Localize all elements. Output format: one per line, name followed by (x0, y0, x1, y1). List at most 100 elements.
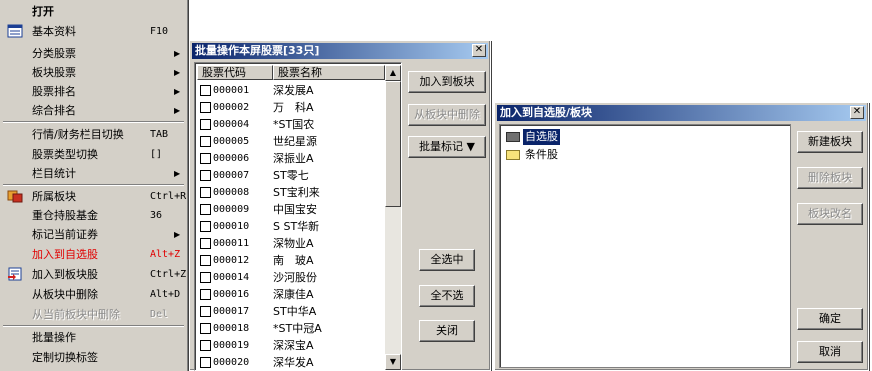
table-row[interactable]: 000011 深物业A (197, 235, 377, 252)
menu-item-shortcut: Del (150, 309, 169, 320)
submenu-arrow-icon: ▶ (174, 230, 181, 239)
row-checkbox[interactable] (200, 153, 211, 164)
table-row[interactable]: 000002 万 科A (197, 99, 377, 116)
stock-list: 股票代码 股票名称 000001 深发展A 000002 万 科A 000004 *ST国… (194, 62, 402, 371)
table-row[interactable]: 000010 S ST华新 (197, 218, 377, 235)
table-row[interactable]: 000014 沙河股份 (197, 269, 377, 286)
row-checkbox[interactable] (200, 238, 211, 249)
row-checkbox[interactable] (200, 136, 211, 147)
menu-item-custom-tab-switch[interactable]: 定制切换标签 (0, 348, 186, 367)
menu-item-mark-security[interactable]: 标记当前证券 ▶ (0, 225, 186, 244)
menu-item-remove-from-current-sector: 从当前板块中删除 Del (0, 305, 186, 324)
row-checkbox[interactable] (200, 272, 211, 283)
table-row[interactable]: 000020 深华发A (197, 354, 377, 370)
stock-name: 沙河股份 (273, 271, 317, 284)
stock-code: 000002 (213, 102, 250, 113)
menu-item-shortcut: Alt+Z (150, 249, 181, 260)
menu-item-category-stocks[interactable]: 分类股票 ▶ (0, 44, 186, 63)
stock-code: 000012 (213, 255, 250, 266)
table-row[interactable]: 000017 ST中华A (197, 303, 377, 320)
menu-separator (3, 184, 184, 186)
menu-item-remove-from-sector[interactable]: 从板块中删除 Alt+D (0, 285, 186, 304)
cancel-button[interactable]: 取消 (797, 341, 863, 363)
table-row[interactable]: 000019 深深宝A (197, 337, 377, 354)
menu-item-batch-operation[interactable]: 批量操作 (0, 328, 186, 347)
vertical-scrollbar[interactable]: ▲ ▼ (385, 65, 401, 370)
add-to-sector-button[interactable]: 加入到板块 (408, 71, 486, 93)
select-all-button[interactable]: 全选中 (419, 249, 475, 271)
menu-item-stock-type-switch[interactable]: 股票类型切换 [] (0, 145, 186, 164)
column-header-code[interactable]: 股票代码 (197, 65, 273, 80)
row-checkbox[interactable] (200, 221, 211, 232)
menu-item-column-stats[interactable]: 栏目统计 ▶ (0, 164, 186, 183)
submenu-arrow-icon: ▶ (174, 49, 181, 58)
row-checkbox[interactable] (200, 85, 211, 96)
menu-item-column-switch[interactable]: 行情/财务栏目切换 TAB (0, 125, 186, 144)
table-row[interactable]: 000001 深发展A (197, 82, 377, 99)
scroll-up-icon[interactable]: ▲ (385, 65, 401, 81)
close-icon[interactable]: ✕ (472, 44, 486, 57)
row-checkbox[interactable] (200, 340, 211, 351)
table-row[interactable]: 000004 *ST国农 (197, 116, 377, 133)
info-table-icon (7, 24, 23, 38)
table-row[interactable]: 000009 中国宝安 (197, 201, 377, 218)
menu-item-label: 重仓持股基金 (32, 209, 98, 222)
menu-item-label: 综合排名 (32, 104, 76, 117)
menu-item-basic-info[interactable]: 基本资料 F10 (0, 22, 186, 41)
ok-button[interactable]: 确定 (797, 308, 863, 330)
menu-item-shortcut: Ctrl+Z (150, 269, 187, 280)
row-checkbox[interactable] (200, 357, 211, 368)
row-checkbox[interactable] (200, 289, 211, 300)
select-none-button[interactable]: 全不选 (419, 285, 475, 307)
table-row[interactable]: 000008 ST宝利来 (197, 184, 377, 201)
row-checkbox[interactable] (200, 187, 211, 198)
menu-separator (3, 325, 184, 327)
menu-item-add-to-sector[interactable]: 加入到板块股 Ctrl+Z (0, 265, 186, 284)
menu-item-overall-ranking[interactable]: 综合排名 ▶ (0, 101, 186, 120)
scroll-down-icon[interactable]: ▼ (385, 354, 401, 370)
stock-code: 000007 (213, 170, 250, 181)
menu-item-label: 从当前板块中删除 (32, 308, 120, 321)
batch-mark-button[interactable]: 批量标记 ▼ (408, 136, 486, 158)
row-checkbox[interactable] (200, 306, 211, 317)
close-icon[interactable]: ✕ (850, 106, 864, 119)
table-row[interactable]: 000012 南 玻A (197, 252, 377, 269)
table-row[interactable]: 000007 ST零七 (197, 167, 377, 184)
table-row[interactable]: 000018 *ST中冠A (197, 320, 377, 337)
table-row[interactable]: 000006 深振业A (197, 150, 377, 167)
row-checkbox[interactable] (200, 204, 211, 215)
remove-from-sector-button: 从板块中删除 (408, 104, 486, 126)
batch-operation-dialog: 批量操作本屏股票[33只] ✕ 股票代码 股票名称 000001 深发展A 0000… (189, 40, 491, 371)
rename-sector-button: 板块改名 (797, 203, 863, 225)
menu-item-add-to-watchlist[interactable]: 加入到自选股 Alt+Z (0, 245, 186, 264)
row-checkbox[interactable] (200, 323, 211, 334)
dialog-title: 加入到自选股/板块 (500, 106, 593, 119)
column-header-name[interactable]: 股票名称 (273, 65, 385, 80)
menu-item-label: 打开 (32, 5, 54, 18)
tree-item-label: 条件股 (525, 148, 558, 161)
table-row[interactable]: 000005 世纪星源 (197, 133, 377, 150)
close-button[interactable]: 关闭 (419, 320, 475, 342)
stock-name: 深振业A (273, 152, 314, 165)
menu-item-label: 加入到板块股 (32, 268, 98, 281)
stock-name: ST零七 (273, 169, 309, 182)
menu-item-label: 股票排名 (32, 85, 76, 98)
row-checkbox[interactable] (200, 119, 211, 130)
new-sector-button[interactable]: 新建板块 (797, 131, 863, 153)
row-checkbox[interactable] (200, 102, 211, 113)
row-checkbox[interactable] (200, 255, 211, 266)
stock-code: 000011 (213, 238, 250, 249)
table-row[interactable]: 000016 深康佳A (197, 286, 377, 303)
menu-item-shortcut: 36 (150, 210, 163, 221)
scroll-thumb[interactable] (385, 81, 401, 207)
menu-item-sector-stocks[interactable]: 板块股票 ▶ (0, 63, 186, 82)
sector-tree: 自选股 条件股 (499, 124, 791, 368)
menu-item-label: 行情/财务栏目切换 (32, 128, 124, 141)
stock-name: 深深宝A (273, 339, 314, 352)
menu-item-heavy-funds[interactable]: 重仓持股基金 36 (0, 206, 186, 225)
row-checkbox[interactable] (200, 170, 211, 181)
menu-item-stock-ranking[interactable]: 股票排名 ▶ (0, 82, 186, 101)
folder-icon (506, 132, 520, 142)
menu-item-open[interactable]: 打开 (0, 2, 186, 21)
menu-item-sector-membership[interactable]: 所属板块 Ctrl+R (0, 187, 186, 206)
